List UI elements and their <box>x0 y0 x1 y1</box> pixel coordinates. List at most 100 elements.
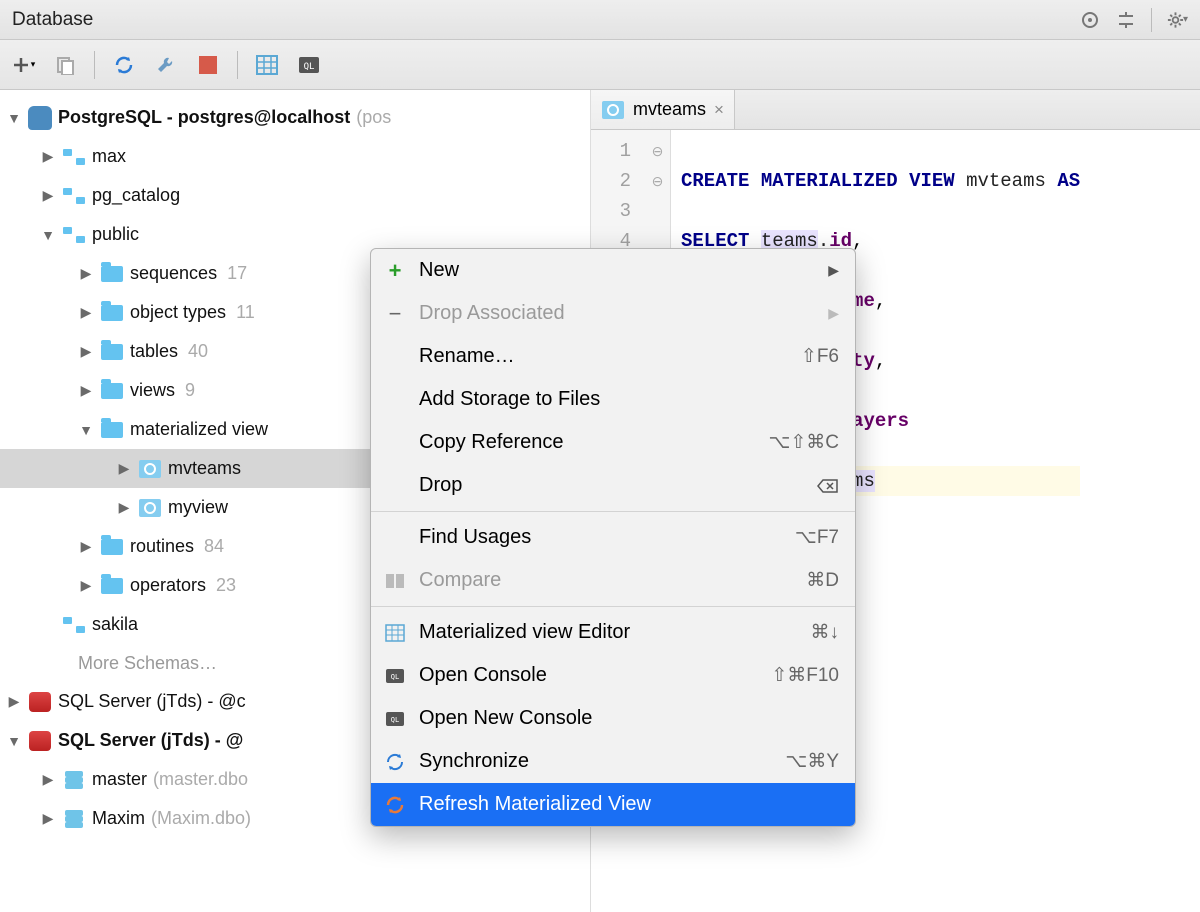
count-badge: 17 <box>227 263 247 284</box>
folder-icon <box>100 303 124 323</box>
sql-console-button[interactable]: QL <box>296 52 322 78</box>
chevron-down-icon: ▼ <box>6 733 22 749</box>
shortcut-label: ⌘D <box>806 569 839 592</box>
folder-label: views <box>130 380 175 401</box>
menu-open-new-console[interactable]: QL Open New Console <box>371 697 855 740</box>
folder-icon <box>100 264 124 284</box>
folder-label: object types <box>130 302 226 323</box>
more-schemas-label: More Schemas… <box>78 653 217 674</box>
shortcut-label: ⌘↓ <box>811 621 840 644</box>
count-badge: 23 <box>216 575 236 596</box>
menu-separator <box>371 606 855 607</box>
target-icon[interactable] <box>1079 9 1101 31</box>
table-view-button[interactable] <box>254 52 280 78</box>
stop-button[interactable] <box>195 52 221 78</box>
materialized-view-icon <box>138 498 162 518</box>
menu-new[interactable]: + New ▶ <box>371 249 855 292</box>
svg-text:QL: QL <box>391 716 399 724</box>
separator <box>1151 8 1152 32</box>
count-badge: 11 <box>236 302 255 323</box>
separator <box>237 51 238 79</box>
wrench-button[interactable] <box>153 52 179 78</box>
database-toolbar: ▾ QL <box>0 40 1200 90</box>
close-icon[interactable]: × <box>714 100 724 120</box>
shortcut-label: ⌥⇧⌘C <box>768 431 839 454</box>
materialized-view-icon <box>601 100 625 120</box>
datasource-label: SQL Server (jTds) - @ <box>58 730 243 751</box>
count-badge: 40 <box>188 341 208 362</box>
line-number: 3 <box>591 196 645 226</box>
chevron-right-icon: ▶ <box>116 499 132 516</box>
copy-button[interactable] <box>52 52 78 78</box>
menu-synchronize[interactable]: Synchronize ⌥⌘Y <box>371 740 855 783</box>
menu-drop-associated: − Drop Associated ▶ <box>371 292 855 335</box>
chevron-right-icon: ▶ <box>40 771 56 788</box>
datasource-label: SQL Server (jTds) - @c <box>58 691 246 712</box>
submenu-arrow-icon: ▶ <box>828 305 839 322</box>
schema-max[interactable]: ▶ max <box>0 137 590 176</box>
context-menu: + New ▶ − Drop Associated ▶ Rename… ⇧F6 … <box>370 248 856 827</box>
menu-mview-editor[interactable]: Materialized view Editor ⌘↓ <box>371 611 855 654</box>
chevron-down-icon: ▼ <box>40 227 56 243</box>
schema-label: pg_catalog <box>92 185 180 206</box>
schema-icon <box>62 225 86 245</box>
materialized-view-icon <box>138 459 162 479</box>
console-icon: QL <box>383 711 407 727</box>
shortcut-label: ⌥⌘Y <box>785 750 839 773</box>
chevron-right-icon: ▶ <box>40 148 56 165</box>
count-badge: 84 <box>204 536 224 557</box>
plus-icon: + <box>383 258 407 284</box>
menu-rename[interactable]: Rename… ⇧F6 <box>371 335 855 378</box>
split-icon[interactable] <box>1115 9 1137 31</box>
chevron-down-icon: ▼ <box>78 422 94 438</box>
schema-icon <box>62 615 86 635</box>
datasource-label: PostgreSQL - postgres@localhost <box>58 107 350 128</box>
folder-label: tables <box>130 341 178 362</box>
header-icon-group: ▾ <box>1079 8 1188 32</box>
schema-pg-catalog[interactable]: ▶ pg_catalog <box>0 176 590 215</box>
sqlserver-icon <box>28 692 52 712</box>
mview-label: mvteams <box>168 458 241 479</box>
datasource-postgres[interactable]: ▼ PostgreSQL - postgres@localhost (pos <box>0 98 590 137</box>
shortcut-label: ⇧F6 <box>801 345 839 368</box>
menu-add-storage[interactable]: Add Storage to Files <box>371 378 855 421</box>
db-label: master <box>92 769 147 790</box>
schema-label: sakila <box>92 614 138 635</box>
menu-refresh-mview[interactable]: Refresh Materialized View <box>371 783 855 826</box>
folder-label: sequences <box>130 263 217 284</box>
delete-icon <box>817 478 839 494</box>
menu-open-console[interactable]: QL Open Console ⇧⌘F10 <box>371 654 855 697</box>
folder-icon <box>100 537 124 557</box>
folder-icon <box>100 381 124 401</box>
chevron-right-icon: ▶ <box>78 577 94 594</box>
count-badge: 9 <box>185 380 195 401</box>
gear-icon[interactable]: ▾ <box>1166 9 1188 31</box>
schema-icon <box>62 147 86 167</box>
folder-icon <box>100 576 124 596</box>
menu-find-usages[interactable]: Find Usages ⌥F7 <box>371 516 855 559</box>
editor-tab-mvteams[interactable]: mvteams × <box>591 90 735 129</box>
shortcut-label: ⌥F7 <box>795 526 839 549</box>
refresh-button[interactable] <box>111 52 137 78</box>
menu-drop[interactable]: Drop <box>371 464 855 507</box>
database-icon <box>62 809 86 829</box>
add-button[interactable]: ▾ <box>10 52 36 78</box>
minus-icon: − <box>383 301 407 327</box>
chevron-right-icon: ▶ <box>40 810 56 827</box>
svg-text:QL: QL <box>391 673 399 681</box>
line-number: 2 <box>591 166 645 196</box>
folder-label: routines <box>130 536 194 557</box>
chevron-right-icon: ▶ <box>40 187 56 204</box>
schema-icon <box>62 186 86 206</box>
chevron-right-icon: ▶ <box>78 382 94 399</box>
menu-copy-reference[interactable]: Copy Reference ⌥⇧⌘C <box>371 421 855 464</box>
chevron-right-icon: ▶ <box>78 343 94 360</box>
menu-compare: Compare ⌘D <box>371 559 855 602</box>
sqlserver-icon <box>28 731 52 751</box>
db-label: Maxim <box>92 808 145 829</box>
folder-icon <box>100 420 124 440</box>
panel-title: Database <box>12 9 1079 31</box>
folder-icon <box>100 342 124 362</box>
chevron-right-icon: ▶ <box>6 693 22 710</box>
svg-text:QL: QL <box>304 62 315 72</box>
